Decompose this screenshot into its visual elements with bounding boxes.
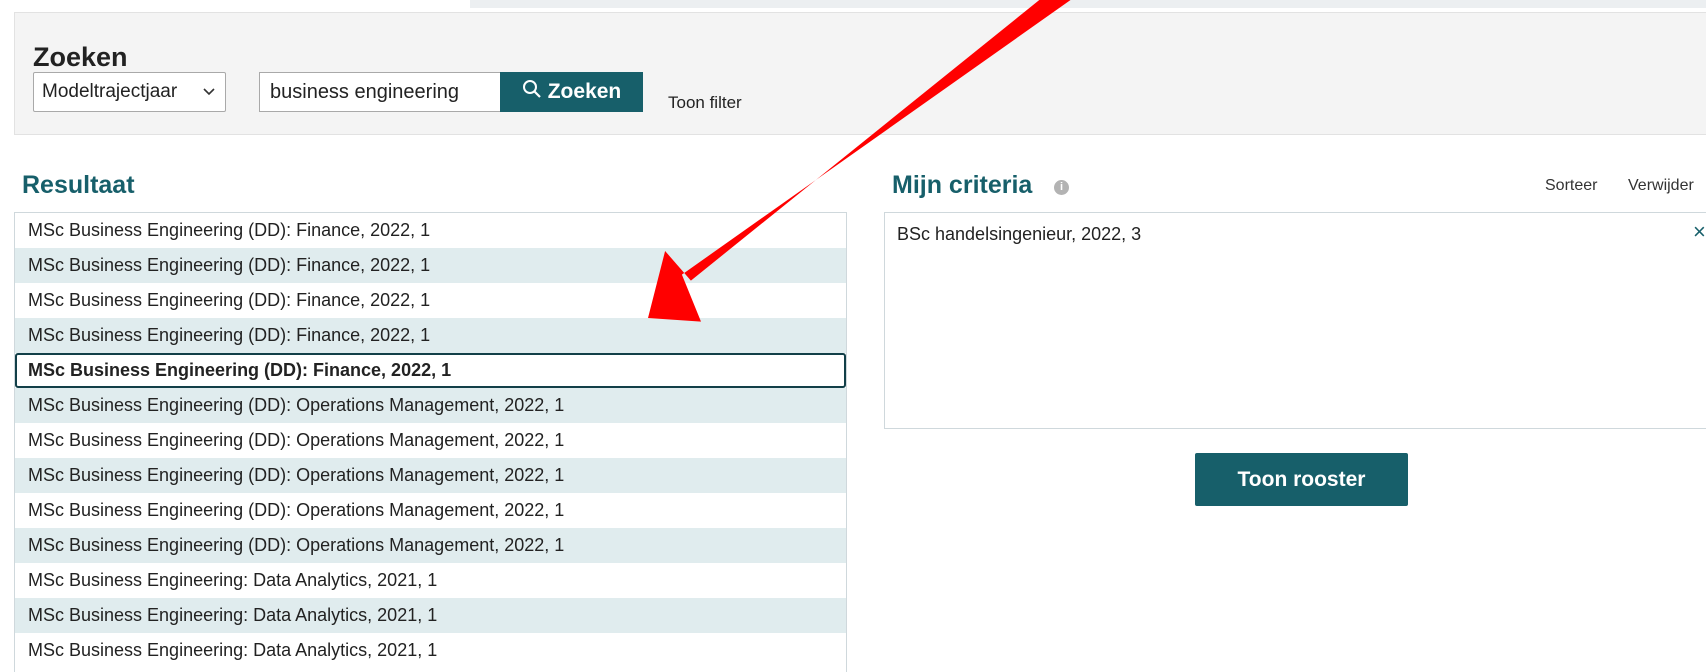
result-row[interactable]: MSc Business Engineering: Data Analytics… xyxy=(15,598,846,633)
result-row[interactable]: MSc Business Engineering: Data Analytics… xyxy=(15,633,846,668)
result-row[interactable]: MSc Business Engineering (DD): Finance, … xyxy=(15,318,846,353)
result-row[interactable]: MSc Business Engineering (DD): Finance, … xyxy=(15,248,846,283)
search-type-value: Modeltrajectjaar xyxy=(42,81,178,102)
result-row[interactable]: MSc Business Engineering (DD): Finance, … xyxy=(15,283,846,318)
info-icon[interactable]: i xyxy=(1054,180,1069,195)
criteria-item: BSc handelsingenieur, 2022, 3 xyxy=(897,224,1142,244)
remove-all-link[interactable]: Verwijder xyxy=(1628,177,1694,195)
result-row[interactable]: MSc Business Engineering: Data Analytics… xyxy=(15,563,846,598)
result-row[interactable]: MSc Business Engineering (DD): Finance, … xyxy=(15,213,846,248)
criteria-title: Mijn criteria xyxy=(892,171,1033,199)
results-title: Resultaat xyxy=(22,171,135,199)
search-button[interactable]: Zoeken xyxy=(500,72,643,112)
search-title: Zoeken xyxy=(33,42,128,72)
search-panel: Zoeken Modeltrajectjaar Zoeken Toon filt… xyxy=(14,12,1706,135)
search-input[interactable] xyxy=(259,72,500,112)
criteria-list: BSc handelsingenieur, 2022, 3 × xyxy=(884,212,1706,429)
sort-link[interactable]: Sorteer xyxy=(1545,177,1597,195)
result-row[interactable]: MSc Business Engineering (DD): Operation… xyxy=(15,458,846,493)
results-list: MSc Business Engineering (DD): Finance, … xyxy=(14,212,847,672)
result-row[interactable]: MSc Business Engineering (DD): Operation… xyxy=(15,388,846,423)
chevron-down-icon xyxy=(203,73,215,126)
result-row[interactable]: MSc Business Engineering (DD): Operation… xyxy=(15,493,846,528)
top-strip xyxy=(470,0,1706,8)
result-row-selected[interactable]: MSc Business Engineering (DD): Finance, … xyxy=(15,353,846,388)
search-button-label: Zoeken xyxy=(547,80,622,103)
show-filter-link[interactable]: Toon filter xyxy=(668,93,742,113)
result-row[interactable]: MSc Business Engineering (DD): Operation… xyxy=(15,423,846,458)
result-row[interactable]: MSc Business Engineering (DD): Operation… xyxy=(15,528,846,563)
search-type-select[interactable]: Modeltrajectjaar xyxy=(33,72,226,112)
close-icon[interactable]: × xyxy=(1693,219,1706,245)
search-icon xyxy=(522,79,542,105)
show-schedule-button[interactable]: Toon rooster xyxy=(1195,453,1408,506)
